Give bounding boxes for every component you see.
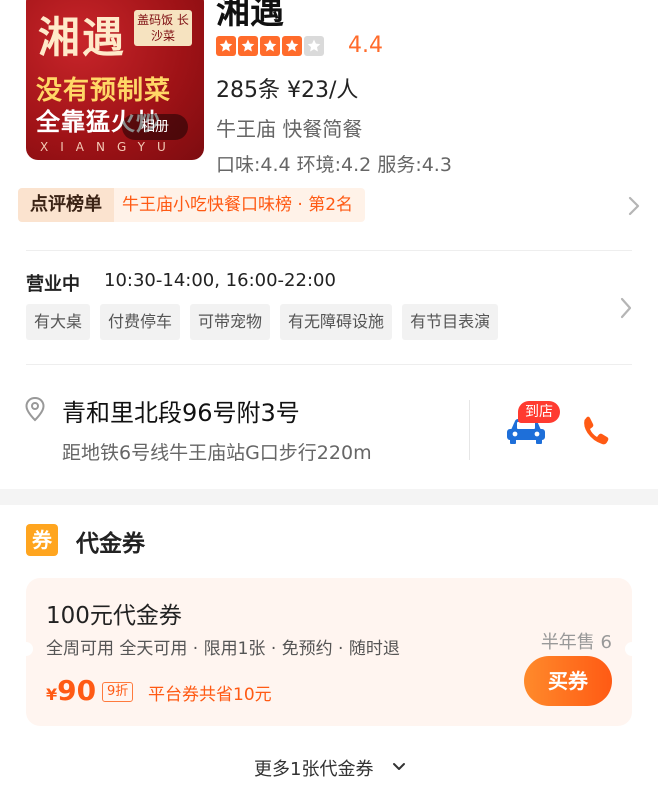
facility-tags[interactable]: 有大桌 付费停车 可带宠物 有无障碍设施 有节目表演 [26, 304, 499, 340]
facility-tag: 可带宠物 [190, 304, 271, 340]
discount-badge: 9折 [102, 682, 134, 702]
store-address[interactable]: 青和里北段96号附3号 [62, 393, 300, 428]
star-icon [260, 36, 280, 56]
price-currency: ¥ [46, 685, 58, 704]
store-name: 湘遇 [216, 0, 284, 32]
metro-distance: 距地铁6号线牛王庙站G口步行220m [62, 442, 372, 464]
ranking-banner[interactable]: 点评榜单 牛王庙小吃快餐口味榜 · 第2名 [18, 188, 366, 222]
photo-brand-latin: XIANGYU [40, 140, 178, 154]
business-hours: 10:30-14:00, 16:00-22:00 [104, 270, 336, 291]
star-icon [282, 36, 302, 56]
section-gap [0, 489, 658, 505]
voucher-section-title: 代金券 [76, 531, 145, 557]
location-category: 牛王庙 快餐简餐 [216, 117, 363, 141]
voucher-price: ¥90 [46, 674, 96, 707]
star-rating [216, 36, 324, 56]
phone-icon[interactable] [580, 414, 610, 446]
voucher-title: 100元代金券 [46, 603, 182, 629]
voucher-card[interactable]: 100元代金券 全周可用 全天可用 · 限用1张 · 免预约 · 随时退 半年售… [19, 578, 639, 726]
price-value: 90 [57, 674, 97, 707]
photo-tag: 盖码饭 长沙菜 [134, 10, 192, 46]
coupon-icon: 券 [26, 524, 58, 556]
divider [26, 364, 632, 365]
star-icon [216, 36, 236, 56]
location-pin-icon [25, 396, 45, 422]
card-notch-right [625, 642, 639, 656]
savings-text: 平台券共省10元 [148, 685, 272, 705]
ranking-text: 牛王庙小吃快餐口味榜 · 第2名 [114, 188, 366, 222]
facility-tag: 付费停车 [100, 304, 181, 340]
chevron-down-icon[interactable] [392, 762, 406, 772]
more-vouchers-link[interactable]: 更多1张代金券 [254, 755, 373, 781]
voucher-sold-count: 半年售 6 [540, 632, 612, 653]
card-notch-left [19, 642, 33, 656]
arrive-badge[interactable]: 到店 [518, 401, 560, 423]
rating-score: 4.4 [348, 33, 383, 58]
store-photo[interactable]: 湘遇 盖码饭 长沙菜 没有预制菜 全靠猛火炒 XIANGYU 相册 [26, 0, 204, 160]
divider [26, 250, 632, 251]
star-icon [238, 36, 258, 56]
star-icon [304, 36, 324, 56]
facility-tag: 有无障碍设施 [280, 304, 393, 340]
facility-tag: 有大桌 [26, 304, 91, 340]
sub-scores: 口味:4.4 环境:4.2 服务:4.3 [216, 154, 452, 176]
facility-tag: 有节目表演 [402, 304, 499, 340]
album-button[interactable]: 相册 [122, 114, 188, 140]
chevron-right-icon[interactable] [620, 297, 632, 319]
buy-voucher-button[interactable]: 买券 [524, 656, 612, 706]
voucher-rules: 全周可用 全天可用 · 限用1张 · 免预约 · 随时退 [46, 639, 400, 659]
photo-brand-text: 湘遇 [38, 13, 127, 62]
chevron-right-icon[interactable] [628, 196, 640, 216]
open-status: 营业中 [26, 274, 80, 295]
vertical-divider [469, 400, 470, 460]
reviews-and-price[interactable]: 285条 ¥23/人 [216, 72, 358, 104]
ranking-label: 点评榜单 [18, 188, 114, 222]
